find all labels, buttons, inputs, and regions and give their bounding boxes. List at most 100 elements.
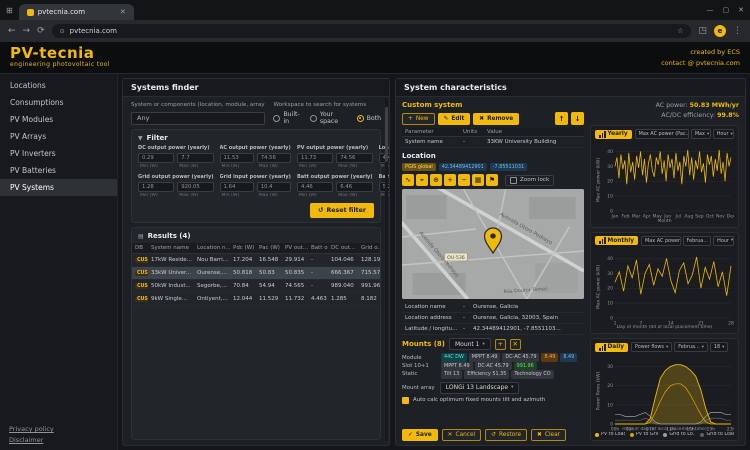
scrollbar[interactable] bbox=[385, 99, 388, 441]
chart-option-select[interactable]: 18▾ bbox=[710, 342, 729, 352]
filter-min-input[interactable]: 11.73 bbox=[297, 153, 333, 163]
zoom-lock-checkbox[interactable]: Zoom lock bbox=[505, 175, 554, 186]
tab-search-icon[interactable]: ⊞ bbox=[6, 6, 13, 15]
results-column-header[interactable]: Pac (W) bbox=[256, 243, 282, 254]
filter-max-hint: Max (W) bbox=[177, 164, 213, 169]
browser-toolbar: ← → ⟳ ⊙ pvtecnia.com ☆ ◳ e ⋮ bbox=[0, 20, 750, 42]
filter-max-input[interactable]: 920.05 bbox=[177, 182, 213, 192]
filter-max-input[interactable]: 10.4 bbox=[257, 182, 291, 192]
extensions-icon[interactable]: ◳ bbox=[698, 26, 707, 36]
upload-button[interactable]: ↑ bbox=[555, 112, 568, 125]
filter-max-hint: Max (W) bbox=[257, 193, 291, 198]
chart-option-select[interactable]: Max AC power▾ bbox=[641, 236, 680, 246]
sidebar-item[interactable]: Locations bbox=[0, 77, 117, 94]
results-column-header[interactable]: Location n... bbox=[194, 243, 230, 254]
site-info-icon[interactable]: ⊙ bbox=[60, 28, 65, 35]
reset-filter-button[interactable]: ↺ Reset filter bbox=[310, 203, 374, 218]
add-mount-button[interactable]: + bbox=[495, 339, 506, 350]
sidebar-item[interactable]: Consumptions bbox=[0, 94, 117, 111]
window-minimize-icon[interactable]: — bbox=[707, 6, 714, 14]
pin-icon[interactable]: ⚑ bbox=[486, 174, 498, 186]
workspace-label: Workspace to search for systems bbox=[273, 102, 381, 108]
filter-max-input[interactable]: 6.46 bbox=[336, 182, 372, 192]
tab-close-icon[interactable]: ✕ bbox=[120, 8, 126, 16]
footer-link[interactable]: Disclaimer bbox=[9, 436, 108, 444]
cancel-button[interactable]: ✕ Cancel bbox=[442, 429, 482, 441]
window-maximize-icon[interactable]: ▢ bbox=[723, 6, 730, 14]
reload-icon[interactable]: ⟳ bbox=[37, 26, 45, 36]
chart-option-select[interactable]: Max AC power (Pac...▾ bbox=[635, 129, 689, 139]
daily-chart-badge[interactable]: Daily bbox=[595, 343, 628, 352]
table-row[interactable]: CUS 9kW Single...Ontiyent,...12.04411.52… bbox=[132, 293, 381, 306]
chart-option-select[interactable]: Max▾ bbox=[691, 129, 711, 139]
layers-icon[interactable]: ▦ bbox=[472, 174, 484, 186]
browser-tab[interactable]: pvtecnia.com ✕ bbox=[19, 4, 134, 20]
footer-link[interactable]: Privacy policy bbox=[9, 425, 108, 433]
results-column-header[interactable]: Batt o... bbox=[308, 243, 328, 254]
sidebar-item[interactable]: PV Systems bbox=[0, 179, 117, 196]
results-column-header[interactable]: Pdc (W) bbox=[230, 243, 256, 254]
chart-option-select[interactable]: Power flows▾ bbox=[631, 342, 672, 352]
menu-icon[interactable]: ⋮ bbox=[733, 26, 742, 36]
globe-icon[interactable]: ⊕ bbox=[430, 174, 442, 186]
table-row[interactable]: CUS 33kW Univer...Ourense,...50.81850.83… bbox=[132, 267, 381, 280]
results-column-header[interactable]: Grid o... bbox=[358, 243, 381, 254]
app-logo[interactable]: PV-tecnia engineering photovoltaic tool bbox=[10, 46, 110, 68]
address-bar[interactable]: ⊙ pvtecnia.com ☆ bbox=[52, 24, 692, 38]
scrollbar-thumb[interactable] bbox=[385, 107, 388, 162]
clear-button[interactable]: ✖ Clear bbox=[531, 429, 566, 441]
bookmark-star-icon[interactable]: ☆ bbox=[677, 27, 683, 35]
new-system-button[interactable]: + New bbox=[402, 113, 435, 125]
results-column-header[interactable]: System name bbox=[148, 243, 194, 254]
mount-chip: 991.96 bbox=[514, 362, 537, 370]
pgis-chip[interactable]: PGIS global bbox=[402, 163, 436, 171]
edit-system-button[interactable]: ✎ Edit bbox=[438, 113, 471, 125]
zoom-out-icon[interactable]: − bbox=[458, 174, 470, 186]
yearly-chart-badge[interactable]: Yearly bbox=[595, 130, 632, 139]
auto-calc-checkbox[interactable]: Auto calc optimum fixed mounts tilt and … bbox=[402, 397, 584, 404]
zoom-in-icon[interactable]: + bbox=[444, 174, 456, 186]
workspace-radio[interactable]: Built-in bbox=[273, 111, 301, 125]
filter-max-input[interactable]: 74.56 bbox=[257, 153, 291, 163]
sidebar-item[interactable]: PV Batteries bbox=[0, 162, 117, 179]
mount-select[interactable]: Mount 1 ▾ bbox=[449, 338, 491, 350]
profile-avatar[interactable]: e bbox=[714, 25, 726, 37]
table-row[interactable]: CUS 17kW Reside...Nou Barri...17.20416.5… bbox=[132, 254, 381, 267]
save-button[interactable]: ✓ Save bbox=[402, 429, 438, 441]
sidebar-item[interactable]: PV Inverters bbox=[0, 145, 117, 162]
filter-min-input[interactable]: 0.29 bbox=[138, 153, 174, 163]
results-column-header[interactable]: DB bbox=[132, 243, 148, 254]
results-column-header[interactable]: DC out... bbox=[328, 243, 358, 254]
remove-system-button[interactable]: ✖ Remove bbox=[473, 113, 519, 125]
chart-option-select[interactable]: Februa...▾ bbox=[674, 342, 708, 352]
workspace-radio[interactable]: Your space bbox=[310, 111, 349, 125]
filter-min-input[interactable]: 1.28 bbox=[138, 182, 174, 192]
mount-array-select[interactable]: LONGi 13 Landscape ▾ bbox=[440, 382, 520, 394]
forward-icon[interactable]: → bbox=[23, 26, 31, 36]
workspace-radio[interactable]: Both bbox=[357, 115, 381, 122]
back-icon[interactable]: ← bbox=[8, 26, 16, 36]
filter-max-input[interactable]: 7.7 bbox=[177, 153, 213, 163]
results-column-header[interactable]: PV out... bbox=[282, 243, 308, 254]
chart-option-select[interactable]: Hour▾ bbox=[713, 236, 734, 246]
filter-min-input[interactable]: 4.46 bbox=[297, 182, 333, 192]
chart-option-select[interactable]: Hour▾ bbox=[713, 129, 734, 139]
filter-max-input[interactable]: 74.56 bbox=[336, 153, 372, 163]
y-axis-label: Power flows (kW) bbox=[596, 371, 601, 410]
chart-option-select[interactable]: Februa...▾ bbox=[683, 236, 712, 246]
checkbox-icon bbox=[510, 177, 517, 184]
remove-mount-button[interactable]: ✕ bbox=[510, 339, 521, 350]
monthly-chart-badge[interactable]: Monthly bbox=[595, 236, 638, 245]
window-close-icon[interactable]: ✕ bbox=[738, 6, 744, 14]
location-map[interactable]: Avenida Otero Pedrayo Avenida Otero Pedr… bbox=[402, 189, 584, 299]
sidebar-item[interactable]: PV Modules bbox=[0, 111, 117, 128]
table-row[interactable]: CUS 50kW Indust...Segorbe,...70.8454.94 … bbox=[132, 280, 381, 293]
system-search-input[interactable] bbox=[131, 112, 265, 125]
restore-button[interactable]: ↺ Restore bbox=[485, 429, 527, 441]
download-button[interactable]: ↓ bbox=[571, 112, 584, 125]
chart-line-icon[interactable]: ∿ bbox=[402, 174, 414, 186]
filter-min-input[interactable]: 11.53 bbox=[220, 153, 254, 163]
sidebar-item[interactable]: PV Arrays bbox=[0, 128, 117, 145]
filter-min-input[interactable]: 1.64 bbox=[220, 182, 254, 192]
crosshair-icon[interactable]: ⌖ bbox=[416, 174, 428, 186]
